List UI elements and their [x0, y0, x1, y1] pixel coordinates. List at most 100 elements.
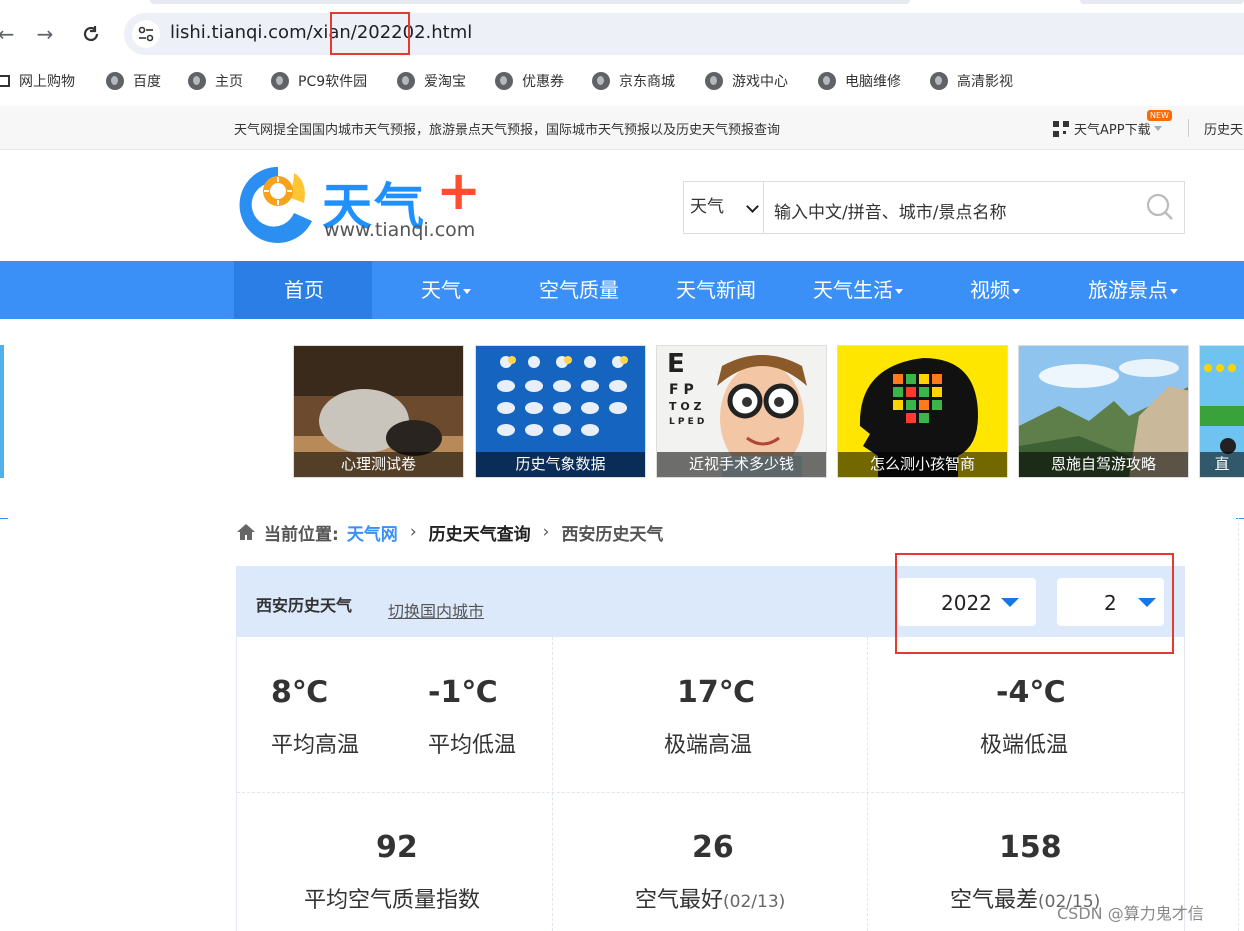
- banner-history-data[interactable]: 历史气象数据: [475, 345, 646, 478]
- logo-sun-icon: [239, 166, 312, 243]
- bookmark-item[interactable]: 高清影视: [930, 66, 1013, 96]
- globe-icon: [705, 72, 723, 90]
- nav-air-quality[interactable]: 空气质量: [539, 261, 619, 319]
- globe-icon: [188, 72, 206, 90]
- avg-aqi-label: 平均空气质量指数: [304, 888, 481, 913]
- bookmarks-bar: 网上购物 百度 主页 PC9软件园 爱淘宝 优惠券 京东商城 游戏中心 电脑维修…: [0, 66, 1244, 96]
- chevron-down-icon: [1170, 289, 1178, 294]
- banner-caption: 历史气象数据: [476, 452, 645, 477]
- logo-domain: www.tianqi.com: [324, 219, 476, 241]
- site-top-bar: 天气网提全国国内城市天气预报，旅游景点天气预报，国际城市天气预报以及历史天气预报…: [0, 106, 1244, 150]
- site-settings-icon[interactable]: [132, 20, 160, 48]
- banner-left-partial: [0, 345, 4, 478]
- nav-weather-news[interactable]: 天气新闻: [676, 261, 756, 319]
- bookmark-item[interactable]: 网上购物: [0, 66, 75, 96]
- avg-low-label: 平均低温: [428, 733, 517, 758]
- svg-text:T O Z: T O Z: [669, 400, 702, 413]
- svg-text:F P: F P: [669, 382, 694, 398]
- bookmark-item[interactable]: 爱淘宝: [397, 66, 466, 96]
- divider: [552, 637, 553, 931]
- url-text[interactable]: lishi.tianqi.com/xian/202202.html: [170, 22, 472, 43]
- nav-label: 旅游景点: [1088, 278, 1168, 302]
- banner-caption: 心理测试卷: [294, 452, 463, 477]
- banner-caption: 近视手术多少钱: [657, 452, 826, 477]
- extreme-high-value: 17℃: [677, 675, 756, 710]
- globe-icon: [495, 72, 513, 90]
- bookmark-item[interactable]: 优惠券: [495, 66, 564, 96]
- breadcrumb-link-home[interactable]: 天气网: [347, 520, 398, 545]
- divider: [867, 637, 868, 931]
- globe-icon: [592, 72, 610, 90]
- bookmark-item[interactable]: PC9软件园: [271, 66, 367, 96]
- banner-caption: 怎么测小孩智商: [838, 452, 1007, 477]
- history-weather-link[interactable]: 历史天: [1204, 119, 1243, 138]
- search-type-select[interactable]: 天气: [684, 182, 764, 233]
- search-icon[interactable]: [1146, 193, 1174, 221]
- globe-icon: [930, 72, 948, 90]
- divider: [0, 518, 8, 519]
- extreme-low-label: 极端低温: [980, 733, 1069, 758]
- bookmark-label: 优惠券: [522, 74, 564, 90]
- divider: [1188, 119, 1189, 137]
- bookmark-item[interactable]: 游戏中心: [705, 66, 788, 96]
- forward-arrow-icon[interactable]: →: [31, 20, 59, 48]
- logo-plus: +: [436, 159, 482, 222]
- bookmark-item[interactable]: 主页: [188, 66, 243, 96]
- qr-code-icon: [1053, 120, 1069, 137]
- site-logo[interactable]: 天气 + www.tianqi.com: [234, 159, 494, 247]
- search-box: 天气 输入中文/拼音、城市/景点名称: [683, 181, 1185, 234]
- globe-icon: [818, 72, 836, 90]
- svg-text:L P E D: L P E D: [669, 417, 704, 427]
- nav-home[interactable]: 首页: [284, 261, 324, 319]
- breadcrumb: 当前位置: 天气网 › 历史天气查询 › 西安历史天气: [236, 520, 663, 545]
- nav-weather-life[interactable]: 天气生活: [813, 261, 903, 319]
- extreme-low-value: -4℃: [996, 675, 1066, 710]
- nav-video[interactable]: 视频: [970, 261, 1020, 319]
- watermark: CSDN @算力鬼才信: [1057, 904, 1204, 923]
- address-bar[interactable]: lishi.tianqi.com/xian/202202.html: [124, 13, 1244, 55]
- nav-label: 视频: [970, 278, 1010, 302]
- nav-travel[interactable]: 旅游景点: [1088, 261, 1178, 319]
- breadcrumb-link-history[interactable]: 历史天气查询: [429, 520, 531, 545]
- banner-eye-surgery[interactable]: E F P T O Z L P E D 近视手术多少钱: [656, 345, 827, 478]
- back-arrow-icon[interactable]: ←: [0, 20, 20, 48]
- url-highlight-box: [330, 12, 410, 55]
- best-air-label: 空气最好(02/13): [635, 882, 785, 914]
- avg-high-value: 8℃: [271, 675, 329, 710]
- banner-psych-test[interactable]: 心理测试卷: [293, 345, 464, 478]
- chevron-right-icon: ›: [542, 522, 550, 542]
- search-input[interactable]: 输入中文/拼音、城市/景点名称: [774, 198, 1006, 223]
- banner-iq-test[interactable]: 怎么测小孩智商: [837, 345, 1008, 478]
- nav-label: 首页: [284, 278, 324, 302]
- globe-icon: [106, 72, 124, 90]
- chevron-down-icon: [463, 289, 471, 294]
- chevron-down-icon: [895, 289, 903, 294]
- reload-icon[interactable]: [77, 20, 105, 48]
- app-download-link[interactable]: 天气APP下载: [1053, 119, 1162, 138]
- banner-partial[interactable]: 直: [1199, 345, 1244, 478]
- chevron-down-icon: [1012, 289, 1020, 294]
- banner-enshi-travel[interactable]: 恩施自驾游攻略: [1018, 345, 1189, 478]
- avg-aqi-value: 92: [376, 830, 418, 865]
- avg-low-value: -1℃: [428, 675, 498, 710]
- divider: [237, 792, 1184, 793]
- stats-grid: 8℃ 平均高温 -1℃ 平均低温 17℃ 极端高温 -4℃ 极端低温 92 平均…: [236, 637, 1185, 931]
- bookmark-label: 游戏中心: [732, 74, 788, 90]
- bookmark-label: 爱淘宝: [424, 74, 466, 90]
- search-type-value: 天气: [690, 197, 724, 217]
- nav-weather[interactable]: 天气: [421, 261, 471, 319]
- chevron-down-icon: [746, 200, 759, 213]
- bookmark-label: 网上购物: [19, 74, 75, 90]
- bookmark-item[interactable]: 电脑维修: [818, 66, 901, 96]
- bookmark-label: 京东商城: [619, 74, 675, 90]
- bookmark-item[interactable]: 京东商城: [592, 66, 675, 96]
- breadcrumb-label: 当前位置:: [264, 524, 339, 545]
- best-air-date: (02/13): [723, 892, 786, 912]
- nav-label: 天气: [421, 278, 461, 302]
- bookmark-item[interactable]: 百度: [106, 66, 161, 96]
- switch-city-link[interactable]: 切换国内城市: [388, 598, 484, 622]
- extreme-high-label: 极端高温: [664, 733, 753, 758]
- best-air-value: 26: [692, 830, 734, 865]
- banner-caption: 恩施自驾游攻略: [1019, 452, 1188, 477]
- tab-strip: [150, 0, 910, 4]
